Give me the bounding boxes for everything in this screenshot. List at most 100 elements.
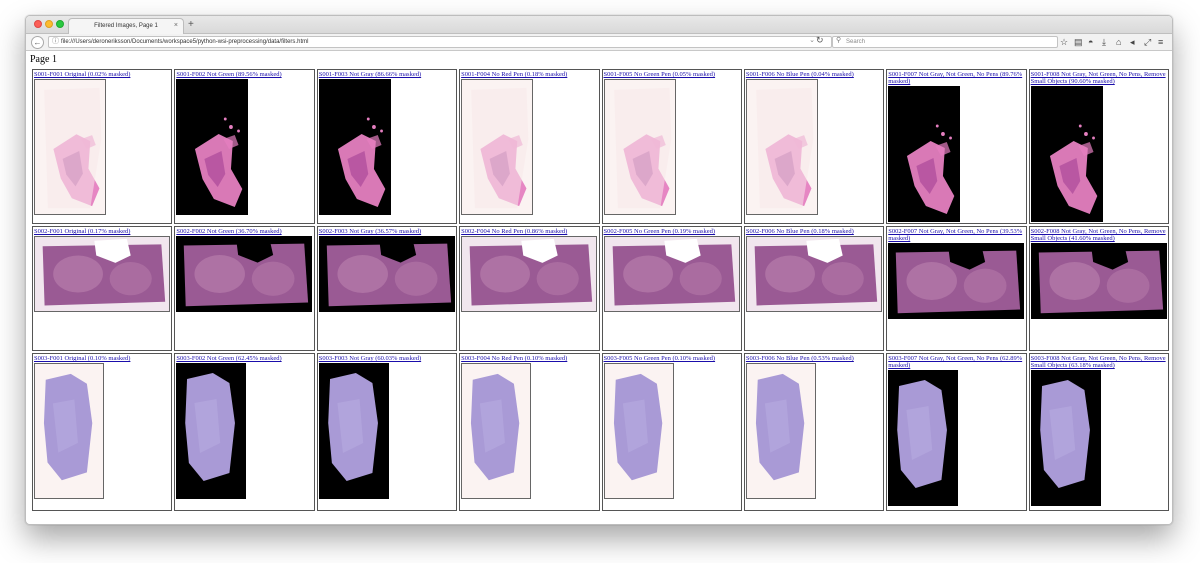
filter-link[interactable]: S003-F005 No Green Pen (0.10% masked) <box>604 355 740 362</box>
filter-cell: S002-F001 Original (0.17% masked) <box>32 226 173 351</box>
url-text[interactable]: file:///Users/deroneriksson/Documents/wo… <box>61 37 308 48</box>
minimize-window-button[interactable] <box>45 20 53 28</box>
slide-thumbnail[interactable] <box>745 79 818 215</box>
filter-link[interactable]: S002-F006 No Blue Pen (0.18% masked) <box>746 228 882 235</box>
filter-cell: S001-F001 Original (0.02% masked) <box>32 69 173 224</box>
filter-cell: S003-F006 No Blue Pen (0.53% masked) <box>743 353 885 511</box>
filter-link[interactable]: S001-F005 No Green Pen (0.05% masked) <box>604 71 740 78</box>
filter-cell: S001-F008 Not Gray, Not Green, No Pens, … <box>1028 69 1169 224</box>
filter-cell: S001-F003 Not Gray (86.66% masked) <box>316 69 458 224</box>
filter-link[interactable]: S002-F001 Original (0.17% masked) <box>34 228 170 235</box>
info-icon[interactable]: ⓘ <box>52 36 59 46</box>
filter-link[interactable]: S003-F007 Not Gray, Not Green, No Pens (… <box>888 355 1024 369</box>
browser-window: Filtered Images, Page 1 × + ← ⓘ file:///… <box>25 15 1173 525</box>
slide-thumbnail[interactable] <box>34 363 104 499</box>
filter-cell: S003-F005 No Green Pen (0.10% masked) <box>601 353 742 511</box>
maximize-window-button[interactable] <box>56 20 64 28</box>
filter-link[interactable]: S001-F002 Not Green (89.56% masked) <box>176 71 312 78</box>
new-tab-button[interactable]: + <box>188 18 194 32</box>
pocket-icon[interactable]: ◓ <box>1088 35 1093 49</box>
filter-cell: S003-F004 No Red Pen (0.10% masked) <box>459 353 600 511</box>
tab-close-icon[interactable]: × <box>174 19 178 33</box>
filter-link[interactable]: S001-F001 Original (0.02% masked) <box>34 71 170 78</box>
slide-thumbnail[interactable] <box>603 79 676 215</box>
slide-thumbnail[interactable] <box>176 79 249 215</box>
slide-thumbnail[interactable] <box>34 236 170 312</box>
filter-cell: S002-F004 No Red Pen (0.86% masked) <box>459 226 600 351</box>
filter-cell: S002-F003 Not Gray (36.57% masked) <box>316 226 458 351</box>
slide-thumbnail[interactable] <box>461 79 534 215</box>
filter-link[interactable]: S003-F003 Not Gray (60.03% masked) <box>319 355 455 362</box>
home-icon[interactable]: ⌂ <box>1116 35 1121 49</box>
reload-icon[interactable]: ↻ <box>816 35 824 46</box>
filter-link[interactable]: S003-F002 Not Green (62.45% masked) <box>176 355 312 362</box>
filter-link[interactable]: S002-F008 Not Gray, Not Green, No Pens, … <box>1031 228 1167 242</box>
navigation-bar: ← ⓘ file:///Users/deroneriksson/Document… <box>26 34 1172 51</box>
filter-cell: S002-F007 Not Gray, Not Green, No Pens (… <box>886 226 1027 351</box>
filter-link[interactable]: S002-F004 No Red Pen (0.86% masked) <box>461 228 597 235</box>
filter-link[interactable]: S002-F005 No Green Pen (0.19% masked) <box>604 228 740 235</box>
table-row: S002-F001 Original (0.17% masked) S002-F0… <box>32 226 1169 351</box>
filter-link[interactable]: S002-F002 Not Green (36.70% masked) <box>176 228 312 235</box>
slide-thumbnail[interactable] <box>176 236 313 312</box>
filter-results-table: S001-F001 Original (0.02% masked) S001-F0… <box>30 67 1171 513</box>
slide-thumbnail[interactable] <box>888 86 961 222</box>
star-icon[interactable]: ☆ <box>1060 35 1068 49</box>
slide-thumbnail[interactable] <box>603 236 740 312</box>
slide-thumbnail[interactable] <box>461 236 598 312</box>
filter-cell: S003-F002 Not Green (62.45% masked) <box>174 353 315 511</box>
close-window-button[interactable] <box>34 20 42 28</box>
filter-link[interactable]: S001-F008 Not Gray, Not Green, No Pens, … <box>1031 71 1167 85</box>
menu-icon[interactable]: ≡ <box>1158 35 1163 49</box>
chevron-down-icon[interactable]: ⌄ <box>809 36 815 44</box>
filter-link[interactable]: S001-F004 No Red Pen (0.18% masked) <box>461 71 597 78</box>
slide-thumbnail[interactable] <box>603 363 674 499</box>
page-content: Page 1 S001-F001 Original (0.02% masked)… <box>26 52 1172 524</box>
filter-link[interactable]: S003-F004 No Red Pen (0.10% masked) <box>461 355 597 362</box>
page-title: Page 1 <box>30 54 57 65</box>
back-button[interactable]: ← <box>31 36 44 49</box>
clipboard-icon[interactable]: ▤ <box>1074 35 1083 49</box>
tools-icon[interactable]: ⤢ <box>1144 35 1151 49</box>
search-input[interactable]: ⚲ Search <box>832 36 1058 48</box>
filter-cell: S001-F006 No Blue Pen (0.04% masked) <box>743 69 885 224</box>
filter-link[interactable]: S001-F006 No Blue Pen (0.04% masked) <box>746 71 882 78</box>
filter-cell: S001-F004 No Red Pen (0.18% masked) <box>459 69 600 224</box>
filter-cell: S003-F007 Not Gray, Not Green, No Pens (… <box>886 353 1027 511</box>
filter-link[interactable]: S003-F001 Original (0.10% masked) <box>34 355 170 362</box>
download-icon[interactable]: ⤓ <box>1102 35 1106 49</box>
filter-cell: S001-F005 No Green Pen (0.05% masked) <box>601 69 742 224</box>
tab-title: Filtered Images, Page 1 <box>94 23 158 29</box>
slide-thumbnail[interactable] <box>318 363 389 499</box>
filter-cell: S002-F005 No Green Pen (0.19% masked) <box>601 226 742 351</box>
slide-thumbnail[interactable] <box>888 243 1025 319</box>
search-placeholder: Search <box>846 39 866 45</box>
share-icon[interactable]: ◂ <box>1130 35 1135 49</box>
filter-link[interactable]: S001-F007 Not Gray, Not Green, No Pens (… <box>888 71 1024 85</box>
slide-thumbnail[interactable] <box>745 236 882 312</box>
slide-thumbnail[interactable] <box>745 363 816 499</box>
tab-filtered-images[interactable]: Filtered Images, Page 1 × <box>68 18 184 34</box>
slide-thumbnail[interactable] <box>34 79 106 215</box>
slide-thumbnail[interactable] <box>318 236 455 312</box>
slide-thumbnail[interactable] <box>176 363 247 499</box>
filter-link[interactable]: S002-F007 Not Gray, Not Green, No Pens (… <box>888 228 1024 242</box>
filter-cell: S003-F003 Not Gray (60.03% masked) <box>316 353 458 511</box>
filter-cell: S002-F008 Not Gray, Not Green, No Pens, … <box>1028 226 1169 351</box>
filter-cell: S003-F001 Original (0.10% masked) <box>32 353 173 511</box>
slide-thumbnail[interactable] <box>318 79 391 215</box>
filter-link[interactable]: S003-F008 Not Gray, Not Green, No Pens, … <box>1031 355 1167 369</box>
table-row: S003-F001 Original (0.10% masked) S003-F0… <box>32 353 1169 511</box>
slide-thumbnail[interactable] <box>1030 86 1103 222</box>
search-icon: ⚲ <box>836 37 842 44</box>
table-row: S001-F001 Original (0.02% masked) S001-F0… <box>32 69 1169 224</box>
slide-thumbnail[interactable] <box>1030 370 1101 506</box>
slide-thumbnail[interactable] <box>1030 243 1167 319</box>
filter-link[interactable]: S003-F006 No Blue Pen (0.53% masked) <box>746 355 882 362</box>
filter-cell: S001-F007 Not Gray, Not Green, No Pens (… <box>886 69 1027 224</box>
url-bar[interactable]: ⓘ file:///Users/deroneriksson/Documents/… <box>48 36 832 48</box>
filter-link[interactable]: S001-F003 Not Gray (86.66% masked) <box>319 71 455 78</box>
filter-link[interactable]: S002-F003 Not Gray (36.57% masked) <box>319 228 455 235</box>
slide-thumbnail[interactable] <box>461 363 532 499</box>
slide-thumbnail[interactable] <box>888 370 959 506</box>
